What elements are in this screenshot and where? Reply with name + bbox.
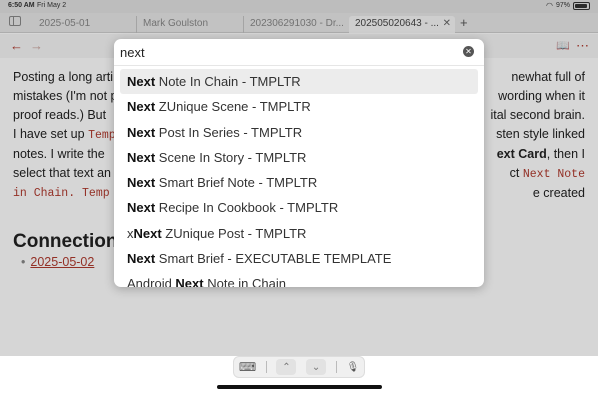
palette-result[interactable]: Next Recipe In Cookbook - TMPLTR <box>114 195 484 220</box>
result-match: Next <box>127 251 156 267</box>
keyboard-accessory-area: ⌨ ⌃ ⌄ 🎙 <box>0 356 598 393</box>
result-suffix: Recipe In Cookbook - TMPLTR <box>155 200 339 216</box>
result-prefix: Android <box>127 276 176 287</box>
result-suffix: Smart Brief - EXECUTABLE TEMPLATE <box>155 251 392 267</box>
result-suffix: Note In Chain - TMPLTR <box>155 74 301 89</box>
palette-result[interactable]: Next Note In Chain - TMPLTR <box>120 69 478 95</box>
palette-result[interactable]: xNext ZUnique Post - TMPLTR <box>114 221 484 246</box>
result-suffix: Note in Chain <box>203 276 286 287</box>
result-suffix: ZUnique Post - TMPLTR <box>161 225 307 241</box>
palette-result[interactable]: Next Smart Brief - EXECUTABLE TEMPLATE <box>114 246 484 271</box>
result-match: Next <box>127 175 156 191</box>
divider <box>335 361 337 373</box>
result-match: Next <box>127 200 156 216</box>
divider <box>265 361 267 373</box>
palette-result[interactable]: Next Post In Series - TMPLTR <box>114 120 484 145</box>
clear-search-icon[interactable]: ✕ <box>463 46 474 57</box>
result-match: Next <box>127 149 156 165</box>
microphone-icon[interactable]: 🎙 <box>346 362 359 373</box>
palette-result[interactable]: Next Scene In Story - TMPLTR <box>114 145 484 170</box>
result-suffix: Smart Brief Note - TMPLTR <box>155 175 318 191</box>
palette-results: Next Note In Chain - TMPLTR Next ZUnique… <box>114 66 484 287</box>
result-suffix: ZUnique Scene - TMPLTR <box>155 99 311 115</box>
palette-result[interactable]: Next ZUnique Scene - TMPLTR <box>114 94 484 119</box>
result-suffix: Post In Series - TMPLTR <box>155 124 303 140</box>
home-indicator <box>217 385 382 389</box>
result-match: Next <box>127 99 156 115</box>
result-match: Next <box>127 74 156 89</box>
result-match: Next <box>127 124 156 140</box>
palette-search-input[interactable] <box>120 43 450 61</box>
palette-result[interactable]: Next Smart Brief Note - TMPLTR <box>114 170 484 195</box>
result-match: Next <box>175 276 204 287</box>
keyboard-toolbar: ⌨ ⌃ ⌄ 🎙 <box>233 356 365 378</box>
palette-result[interactable]: Android Next Note in Chain <box>114 271 484 287</box>
result-match: Next <box>133 225 162 241</box>
arrow-down-icon[interactable]: ⌄ <box>306 359 327 375</box>
result-suffix: Scene In Story - TMPLTR <box>155 149 307 165</box>
keyboard-icon[interactable]: ⌨ <box>239 360 256 374</box>
arrow-up-icon[interactable]: ⌃ <box>276 359 297 375</box>
command-palette: ✕ Next Note In Chain - TMPLTR Next ZUniq… <box>114 39 484 287</box>
palette-search-row: ✕ <box>114 39 484 66</box>
